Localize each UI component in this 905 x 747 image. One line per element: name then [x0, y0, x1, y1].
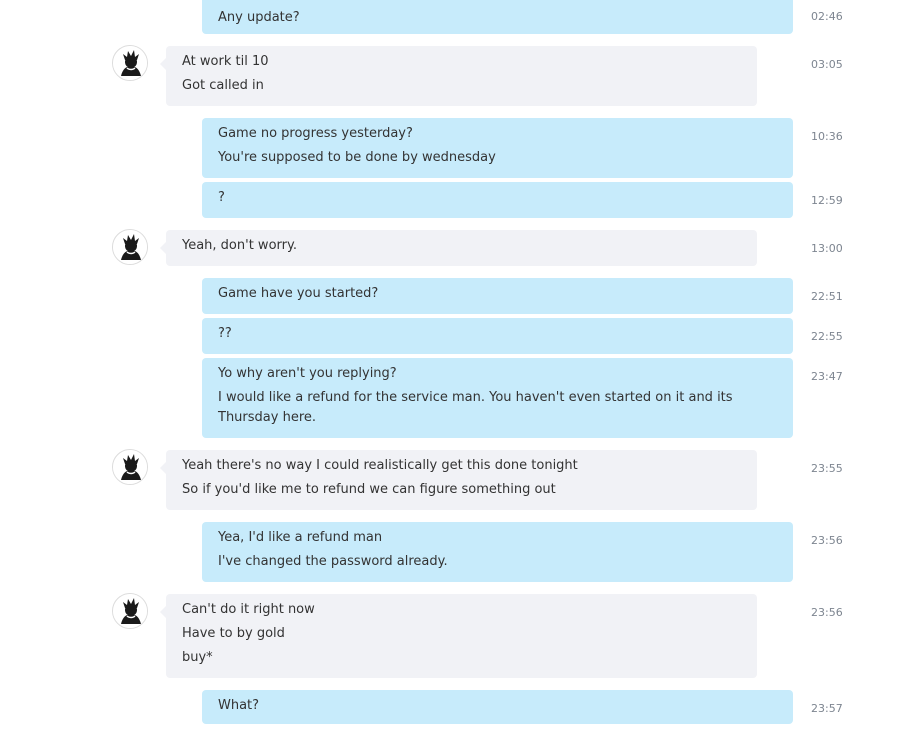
message-timestamp: 03:05: [811, 58, 843, 71]
message-text: ??: [218, 326, 232, 341]
message-timestamp: 23:55: [811, 462, 843, 475]
message-text: You're supposed to be done by wednesday: [218, 150, 496, 165]
message-bubble-outgoing[interactable]: Game no progress yesterday? You're suppo…: [202, 118, 793, 178]
message-text: At work til 10: [182, 54, 269, 69]
chat-conversation: Any update? 02:46 At work til 10 Got cal…: [0, 0, 905, 747]
message-text: Yeah there's no way I could realisticall…: [182, 458, 578, 473]
message-text: Game no progress yesterday?: [218, 126, 413, 141]
message-timestamp: 22:55: [811, 330, 843, 343]
message-text: Have to by gold: [182, 626, 285, 641]
message-bubble-outgoing[interactable]: Any update?: [202, 0, 793, 34]
message-text: Any update?: [218, 10, 300, 25]
contact-avatar-icon[interactable]: [112, 45, 148, 81]
message-timestamp: 02:46: [811, 10, 843, 23]
message-bubble-incoming[interactable]: Yeah, don't worry.: [160, 230, 757, 266]
message-text: Yea, I'd like a refund man: [218, 530, 383, 545]
message-bubble-incoming[interactable]: Yeah there's no way I could realisticall…: [160, 450, 757, 510]
message-bubble-outgoing[interactable]: ?: [202, 182, 793, 218]
message-timestamp: 23:47: [811, 370, 843, 383]
message-text: So if you'd like me to refund we can fig…: [182, 482, 556, 497]
message-timestamp: 12:59: [811, 194, 843, 207]
contact-avatar-icon[interactable]: [112, 449, 148, 485]
message-bubble-outgoing[interactable]: Yea, I'd like a refund man I've changed …: [202, 522, 793, 582]
message-bubble-outgoing[interactable]: ??: [202, 318, 793, 354]
message-text: ?: [218, 190, 225, 205]
contact-avatar-icon[interactable]: [112, 229, 148, 265]
message-text: I would like a refund for the service ma…: [218, 390, 737, 425]
message-bubble-outgoing[interactable]: Yo why aren't you replying? I would like…: [202, 358, 793, 438]
message-timestamp: 23:56: [811, 606, 843, 619]
message-text: I've changed the password already.: [218, 554, 448, 569]
message-text: Game have you started?: [218, 286, 379, 301]
message-text: Yeah, don't worry.: [182, 238, 297, 253]
message-timestamp: 22:51: [811, 290, 843, 303]
message-bubble-incoming[interactable]: At work til 10 Got called in: [160, 46, 757, 106]
message-timestamp: 23:56: [811, 534, 843, 547]
message-text: Can't do it right now: [182, 602, 315, 617]
message-text: Got called in: [182, 78, 264, 93]
message-text: What?: [218, 698, 260, 713]
message-timestamp: 23:57: [811, 702, 843, 715]
contact-avatar-icon[interactable]: [112, 593, 148, 629]
message-timestamp: 13:00: [811, 242, 843, 255]
message-bubble-outgoing[interactable]: What?: [202, 690, 793, 724]
message-text: buy*: [182, 650, 213, 665]
message-timestamp: 10:36: [811, 130, 843, 143]
message-text: Yo why aren't you replying?: [218, 366, 397, 381]
message-bubble-incoming[interactable]: Can't do it right now Have to by gold bu…: [160, 594, 757, 678]
message-bubble-outgoing[interactable]: Game have you started?: [202, 278, 793, 314]
